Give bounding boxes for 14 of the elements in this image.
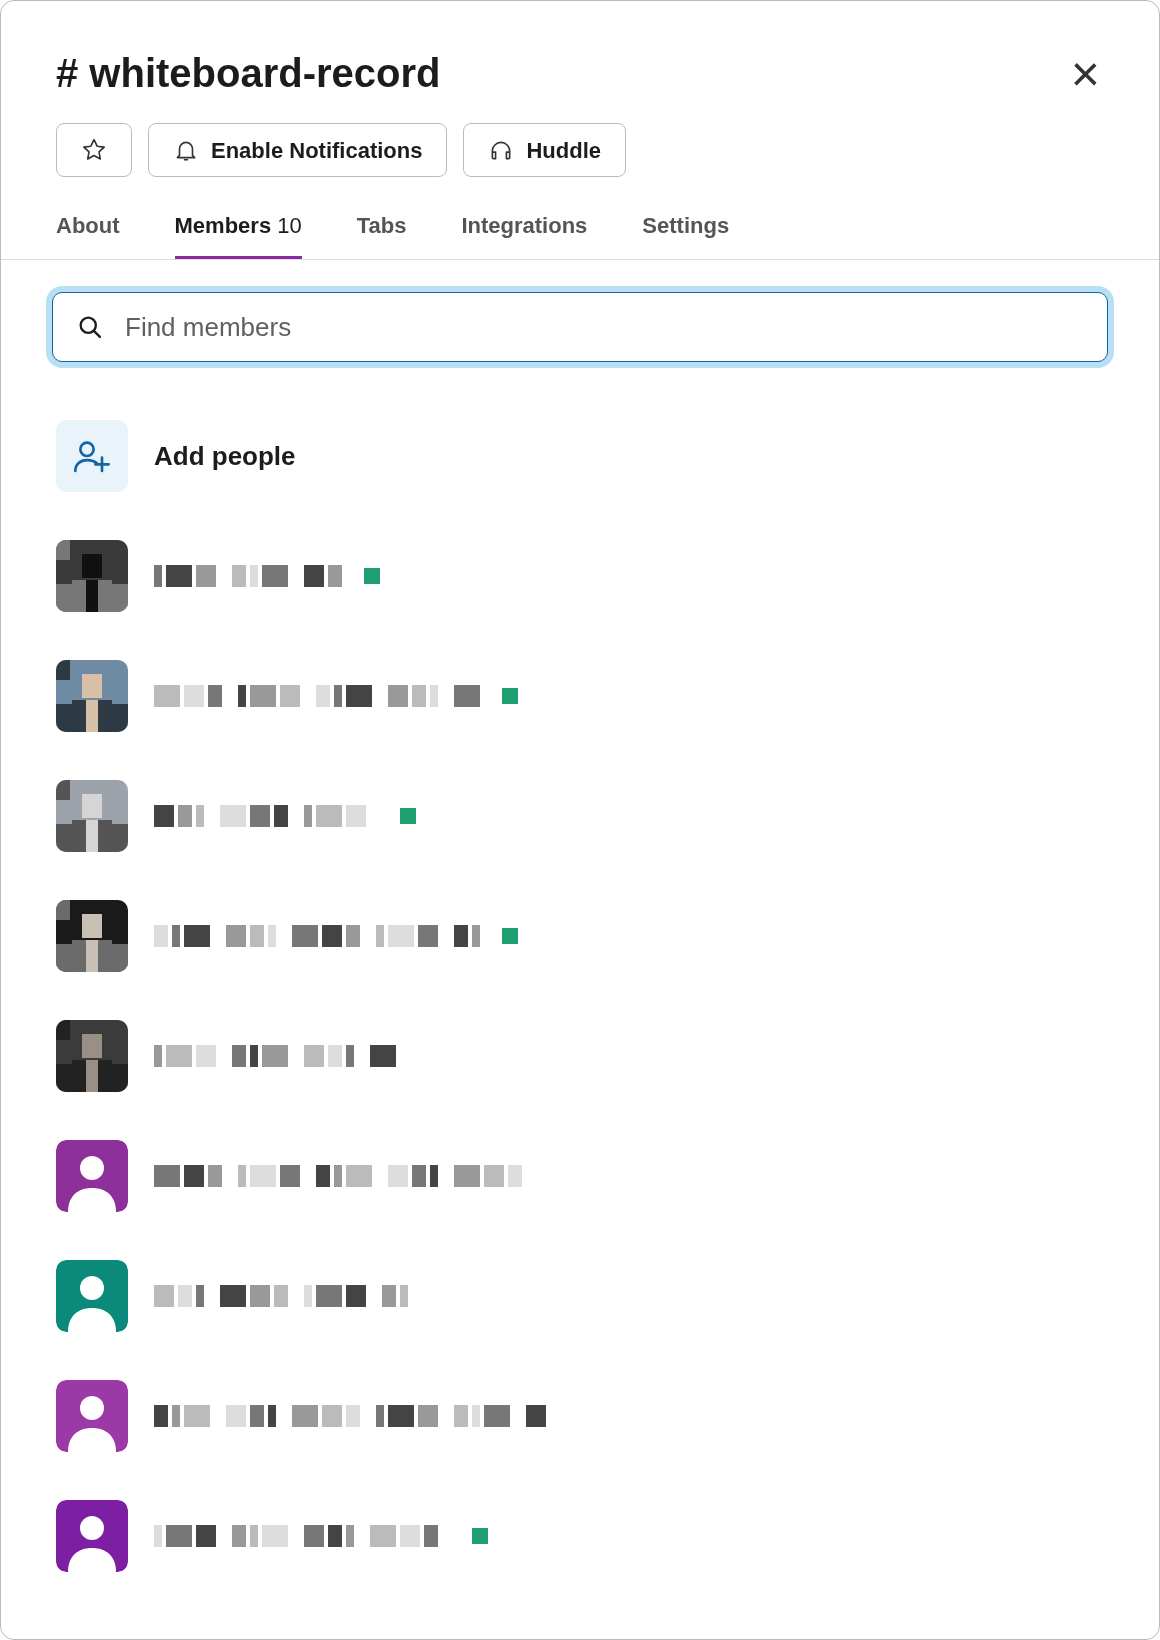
channel-title: # whiteboard-record <box>56 50 441 97</box>
close-button[interactable]: × <box>1066 49 1104 99</box>
search-field[interactable]: Find members <box>52 292 1108 362</box>
tab[interactable]: Integrations <box>461 199 588 259</box>
tab[interactable]: About <box>56 199 120 259</box>
tab[interactable]: Settings <box>642 199 730 259</box>
notifications-button[interactable]: Enable Notifications <box>148 123 448 177</box>
star-icon <box>81 137 107 163</box>
tab[interactable]: Tabs <box>356 199 407 259</box>
tab[interactable]: Members 10 <box>174 199 302 259</box>
add-person-icon[interactable] <box>56 420 128 492</box>
add-people-link[interactable]: Add people <box>154 436 296 476</box>
huddle-button[interactable]: Huddle <box>463 123 627 177</box>
star-button[interactable] <box>56 123 132 177</box>
